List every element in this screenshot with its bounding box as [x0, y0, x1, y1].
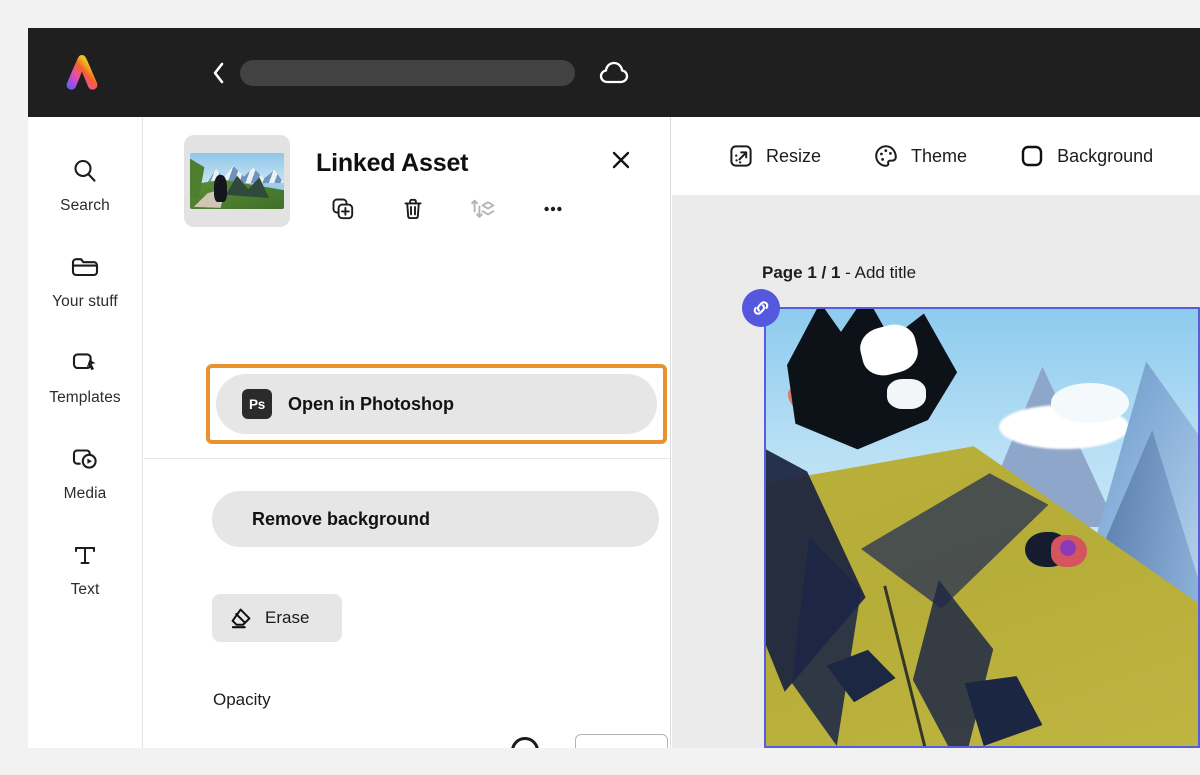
- sidebar-item-label: Text: [70, 581, 100, 598]
- search-icon: [71, 153, 99, 189]
- remove-background-button[interactable]: Remove background: [212, 491, 659, 547]
- more-ellipsis-button[interactable]: [538, 194, 568, 224]
- rounded-square-icon: [1019, 143, 1045, 169]
- document-title-input[interactable]: [240, 59, 575, 86]
- adobe-express-logo-icon[interactable]: [58, 49, 106, 97]
- open-in-photoshop-highlight: Ps Open in Photoshop: [206, 364, 667, 444]
- palette-icon: [873, 143, 899, 169]
- sidebar-item-media[interactable]: Media: [28, 431, 142, 527]
- left-sidebar: Search Your stuff Templates Media Text: [28, 117, 143, 748]
- asset-thumbnail[interactable]: [184, 135, 290, 227]
- sidebar-item-templates[interactable]: Templates: [28, 335, 142, 431]
- opacity-slider-row: 100%: [213, 725, 668, 748]
- panel-divider: [144, 458, 670, 459]
- erase-label: Erase: [265, 608, 310, 627]
- open-in-photoshop-button[interactable]: Ps Open in Photoshop: [216, 374, 657, 434]
- duplicate-button[interactable]: [328, 194, 358, 224]
- theme-button[interactable]: Theme: [873, 143, 967, 169]
- linked-asset-panel: Linked Asset Ps Open in Photoshop Remove…: [144, 117, 671, 748]
- canvas-artboard[interactable]: [764, 307, 1200, 748]
- background-button[interactable]: Background: [1019, 143, 1153, 169]
- sidebar-item-label: Media: [63, 485, 107, 502]
- asset-action-bar: [316, 194, 660, 224]
- top-bar: [28, 28, 1200, 117]
- sidebar-item-label: Search: [60, 197, 110, 214]
- opacity-label: Opacity: [213, 690, 271, 709]
- opacity-value-input[interactable]: 100%: [575, 734, 668, 748]
- sidebar-item-label: Your stuff: [52, 293, 118, 310]
- canvas-stage: Resize Theme Background Page 1 / 1 - Add…: [672, 117, 1200, 748]
- erase-button[interactable]: Erase: [212, 594, 342, 642]
- resize-icon: [728, 143, 754, 169]
- opacity-slider-thumb[interactable]: [511, 737, 539, 748]
- eraser-icon: [228, 605, 254, 631]
- page-title-label[interactable]: Page 1 / 1 - Add title: [762, 263, 916, 283]
- back-button[interactable]: [206, 56, 232, 90]
- close-panel-button[interactable]: [608, 147, 634, 173]
- page-number: Page 1 / 1: [762, 263, 841, 282]
- open-in-photoshop-label: Open in Photoshop: [288, 393, 454, 414]
- text-icon: [71, 537, 99, 573]
- app-window: Search Your stuff Templates Media Text L…: [28, 28, 1200, 748]
- sidebar-item-your-stuff[interactable]: Your stuff: [28, 239, 142, 335]
- background-label: Background: [1057, 145, 1154, 166]
- resize-button[interactable]: Resize: [728, 143, 821, 169]
- sidebar-item-text[interactable]: Text: [28, 527, 142, 623]
- media-icon: [70, 441, 100, 477]
- add-title-link[interactable]: - Add title: [840, 263, 916, 282]
- theme-label: Theme: [911, 145, 968, 166]
- link-chain-icon[interactable]: [742, 289, 780, 327]
- delete-button[interactable]: [398, 194, 428, 224]
- resize-label: Resize: [766, 145, 822, 166]
- folder-icon: [70, 249, 100, 285]
- canvas-toolbar: Resize Theme Background: [672, 117, 1200, 195]
- mountain-landscape-artwork: [766, 309, 1198, 746]
- sidebar-item-search[interactable]: Search: [28, 143, 142, 239]
- cloud-sync-icon[interactable]: [597, 56, 633, 90]
- remove-background-label: Remove background: [252, 508, 431, 529]
- templates-icon: [70, 345, 100, 381]
- thumbnail-image: [190, 153, 284, 209]
- photoshop-icon: Ps: [242, 389, 272, 419]
- arrange-layers-button[interactable]: [468, 194, 498, 224]
- sidebar-item-label: Templates: [49, 389, 121, 406]
- panel-header: Linked Asset: [144, 117, 670, 227]
